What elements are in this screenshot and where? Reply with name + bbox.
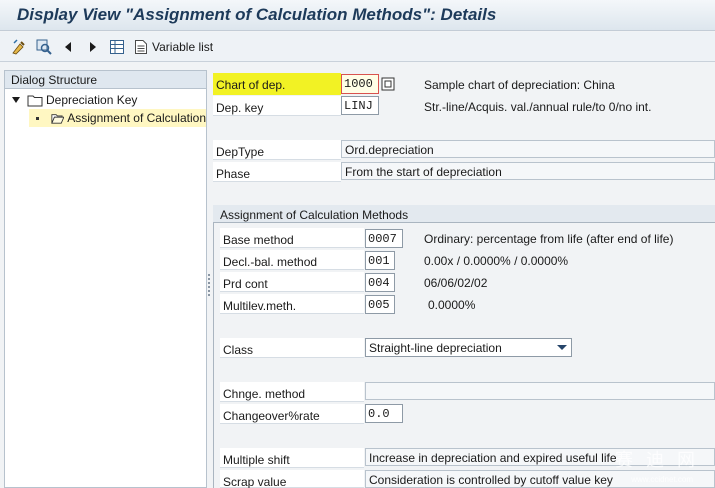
previous-entry-icon[interactable] (62, 38, 74, 56)
find-icon[interactable] (35, 38, 53, 56)
expand-arrow-icon[interactable] (11, 95, 21, 105)
dropdown-arrow-icon[interactable] (557, 345, 567, 350)
table-view-icon[interactable] (108, 38, 126, 56)
site-watermark: 赛 迪 网 (614, 450, 699, 470)
chart-of-dep-description: Sample chart of depreciation: China (424, 78, 615, 92)
prd-cont-description: 06/06/02/02 (424, 276, 488, 290)
panel-splitter[interactable] (207, 272, 211, 298)
dep-type-field[interactable]: Ord.depreciation (341, 140, 715, 158)
prd-cont-field[interactable]: 004 (365, 273, 395, 292)
title-bar: Display View "Assignment of Calculation … (0, 0, 715, 31)
chnge-method-label: Chnge. method (220, 382, 364, 402)
dep-key-field[interactable]: LINJ (341, 96, 379, 115)
chart-of-dep-field[interactable]: 1000 (341, 74, 379, 94)
changeover-rate-field[interactable]: 0.0 (365, 404, 403, 423)
tree-item-label: Assignment of Calculation (67, 111, 206, 125)
variable-list-button[interactable]: Variable list (152, 40, 213, 54)
window-title: Display View "Assignment of Calculation … (17, 5, 497, 24)
tree-item-assignment-of-calculation[interactable]: Assignment of Calculation (29, 109, 206, 127)
scrap-value-label: Scrap value (220, 470, 364, 488)
multilev-meth-field[interactable]: 005 (365, 295, 395, 314)
calculation-methods-group-title: Assignment of Calculation Methods (213, 205, 715, 223)
tree-bullet-icon (36, 116, 39, 120)
chnge-method-field[interactable] (365, 382, 715, 400)
class-dropdown-value: Straight-line depreciation (369, 341, 502, 355)
chart-of-dep-label: Chart of dep. (213, 73, 341, 95)
base-method-description: Ordinary: percentage from life (after en… (424, 232, 674, 246)
dep-key-label: Dep. key (213, 96, 341, 116)
dep-type-label: DepType (213, 140, 341, 160)
site-watermark-url: www.ccidnet.com (631, 475, 693, 484)
multiple-shift-label: Multiple shift (220, 448, 364, 468)
display-change-icon[interactable] (10, 38, 28, 56)
next-entry-icon[interactable] (87, 38, 99, 56)
folder-icon (27, 95, 43, 106)
class-label: Class (220, 338, 364, 358)
prd-cont-label: Prd cont (220, 272, 364, 292)
application-toolbar: Variable list (0, 32, 715, 62)
value-help-icon[interactable] (381, 77, 395, 94)
class-dropdown[interactable]: Straight-line depreciation (365, 338, 572, 357)
tree-item-label: Depreciation Key (46, 93, 138, 107)
decl-bal-method-label: Decl.-bal. method (220, 250, 364, 270)
dialog-structure-header: Dialog Structure (5, 71, 206, 89)
multilev-meth-label: Multilev.meth. (220, 294, 364, 314)
decl-bal-method-description: 0.00x / 0.0000% / 0.0000% (424, 254, 569, 268)
tree-item-depreciation-key[interactable]: Depreciation Key (11, 91, 201, 109)
phase-label: Phase (213, 162, 341, 182)
phase-field[interactable]: From the start of depreciation (341, 162, 715, 180)
decl-bal-method-field[interactable]: 001 (365, 251, 395, 270)
variable-list-icon[interactable] (133, 38, 149, 56)
dep-key-description: Str.-line/Acquis. val./annual rule/to 0/… (424, 100, 652, 114)
base-method-label: Base method (220, 228, 364, 248)
base-method-field[interactable]: 0007 (365, 229, 403, 248)
changeover-rate-label: Changeover%rate (220, 404, 364, 424)
open-folder-icon (50, 113, 65, 124)
dialog-structure-panel: Dialog Structure Depreciation Key Assign… (4, 70, 207, 488)
multilev-meth-description: 0.0000% (428, 298, 476, 312)
